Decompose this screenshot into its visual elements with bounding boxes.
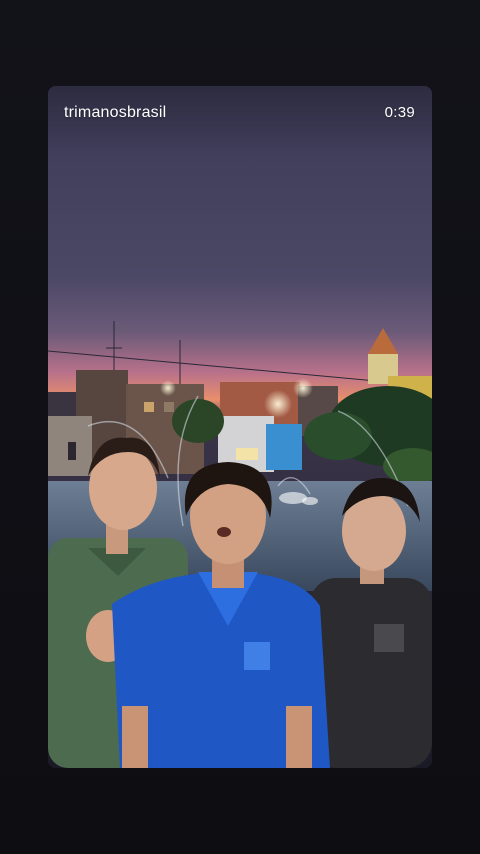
video-player[interactable]: trimanosbrasil 0:39 (48, 86, 432, 768)
video-frame[interactable] (48, 86, 432, 768)
story-viewer: trimanosbrasil 0:39 (0, 0, 480, 854)
story-timer: 0:39 (384, 104, 415, 121)
story-username[interactable]: trimanosbrasil (64, 104, 166, 122)
